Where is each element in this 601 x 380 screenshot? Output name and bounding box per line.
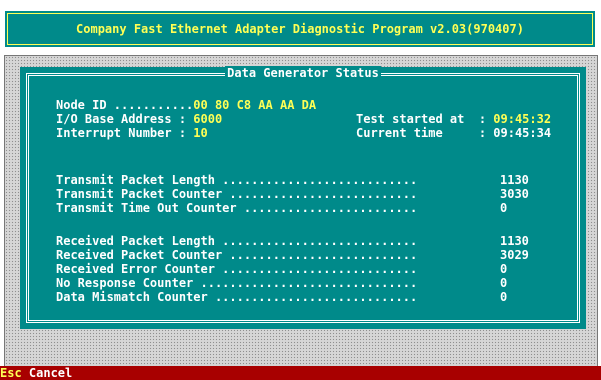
- counter-label: Transmit Packet Length .................…: [56, 173, 418, 187]
- program-title: Company Fast Ethernet Adapter Diagnostic…: [76, 22, 524, 36]
- io-base-value: 6000: [193, 112, 223, 126]
- node-id-row: Node ID ...........00 80 C8 AA AA DA: [56, 98, 316, 112]
- transmit-timeout-counter-row: Transmit Time Out Counter ..............…: [56, 201, 417, 215]
- counter-label: Received Packet Length .................…: [56, 234, 418, 248]
- received-error-counter-row: Received Error Counter .................…: [56, 262, 417, 276]
- received-error-counter-value: 0: [500, 262, 508, 276]
- no-response-counter-value: 0: [500, 276, 508, 290]
- counter-label: Received Packet Counter ................…: [56, 248, 418, 262]
- data-generator-panel: Data Generator Status Node ID ..........…: [20, 66, 586, 329]
- received-packet-counter-value: 3029: [500, 248, 529, 262]
- interrupt-value: 10: [193, 126, 208, 140]
- transmit-packet-length-row: Transmit Packet Length .................…: [56, 173, 417, 187]
- transmit-packet-length-value: 1130: [500, 173, 529, 187]
- test-started-value: 09:45:32: [493, 112, 552, 126]
- counter-label: Data Mismatch Counter ..................…: [56, 290, 418, 304]
- transmit-packet-counter-value: 3030: [500, 187, 529, 201]
- test-started-label: Test started at :: [356, 112, 494, 126]
- interrupt-row: Interrupt Number : 10: [56, 126, 208, 140]
- cancel-label[interactable]: Cancel: [22, 366, 72, 380]
- node-id-value: 00 80 C8 AA AA DA: [193, 98, 317, 112]
- transmit-packet-counter-row: Transmit Packet Counter ................…: [56, 187, 417, 201]
- received-packet-counter-row: Received Packet Counter ................…: [56, 248, 417, 262]
- interrupt-label: Interrupt Number :: [56, 126, 194, 140]
- status-bar: Esc Cancel: [0, 366, 601, 380]
- current-time-row: Current time : 09:45:34: [356, 126, 551, 140]
- io-base-label: I/O Base Address :: [56, 112, 194, 126]
- io-base-row: I/O Base Address : 6000: [56, 112, 222, 126]
- panel-title: Data Generator Status: [225, 66, 381, 80]
- counter-label: No Response Counter ....................…: [56, 276, 418, 290]
- panel-title-row: Data Generator Status: [20, 66, 586, 80]
- counter-label: Transmit Packet Counter ................…: [56, 187, 418, 201]
- test-started-row: Test started at : 09:45:32: [356, 112, 551, 126]
- current-time-label: Current time :: [356, 126, 494, 140]
- counter-label: Received Error Counter .................…: [56, 262, 418, 276]
- data-mismatch-counter-value: 0: [500, 290, 508, 304]
- esc-key[interactable]: Esc: [0, 366, 22, 380]
- transmit-timeout-counter-value: 0: [500, 201, 508, 215]
- received-packet-length-value: 1130: [500, 234, 529, 248]
- counter-label: Transmit Time Out Counter ..............…: [56, 201, 418, 215]
- node-id-label: Node ID ...........: [56, 98, 194, 112]
- title-bar: Company Fast Ethernet Adapter Diagnostic…: [4, 10, 596, 48]
- data-mismatch-counter-row: Data Mismatch Counter ..................…: [56, 290, 417, 304]
- received-packet-length-row: Received Packet Length .................…: [56, 234, 417, 248]
- no-response-counter-row: No Response Counter ....................…: [56, 276, 417, 290]
- current-time-value: 09:45:34: [493, 126, 552, 140]
